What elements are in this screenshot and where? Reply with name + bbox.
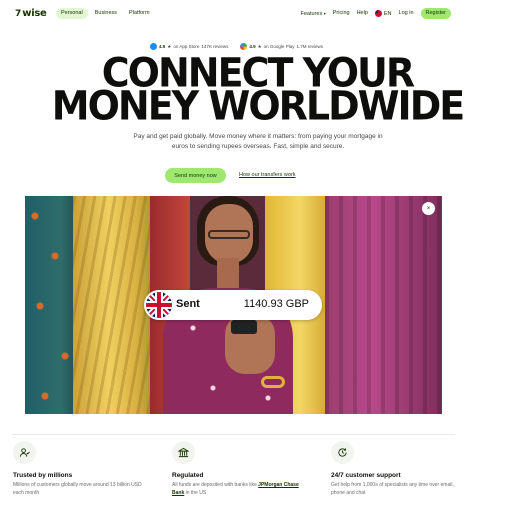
- feature-title: Regulated: [172, 472, 204, 479]
- phone: [231, 320, 257, 334]
- purple-fabric: [325, 196, 442, 414]
- close-icon: ×: [426, 205, 431, 212]
- gplay-count: 1.7M reviews: [296, 44, 323, 49]
- feature-desc: Get help from 1,000s of specialists any …: [331, 482, 454, 496]
- feature-desc: All funds are deposited with banks like …: [172, 482, 302, 497]
- nav-help[interactable]: Help: [357, 10, 368, 17]
- hero-image: × Sent 1140.93 GBP: [25, 196, 442, 414]
- pause-button[interactable]: ×: [422, 202, 435, 215]
- support-clock-icon: [331, 441, 354, 464]
- feature-desc-pre: All funds are deposited with banks like: [172, 482, 259, 488]
- nav-business[interactable]: Business: [90, 8, 122, 19]
- nav-features-label: Features: [300, 10, 323, 17]
- sent-transfer-card: Sent 1140.93 GBP: [144, 290, 322, 320]
- how-transfers-work-link[interactable]: How our transfers work: [239, 172, 296, 178]
- appstore-text: on App Store: [173, 44, 200, 49]
- bangles: [261, 376, 285, 388]
- headline-line-2: MONEY WORLDWIDE: [51, 82, 465, 130]
- feature-regulated: Regulated All funds are deposited with b…: [172, 441, 322, 496]
- audience-switcher: Personal Business Platform: [56, 8, 155, 19]
- language-selector[interactable]: EN: [374, 9, 392, 18]
- language-label: EN: [383, 10, 392, 17]
- star-icon: ★: [257, 43, 262, 49]
- bank-icon: [172, 441, 195, 464]
- feature-support: 24/7 customer support Get help from 1,00…: [331, 441, 481, 496]
- nav-login[interactable]: Log in: [399, 10, 414, 17]
- gplay-text: on Google Play: [263, 44, 295, 49]
- uk-flag-icon: [374, 9, 382, 17]
- send-money-now-button[interactable]: Send money now: [165, 168, 226, 183]
- nav-features[interactable]: Features ▾: [300, 10, 325, 18]
- appstore-count: 147K reviews: [201, 44, 229, 49]
- hero-subcopy: Pay and get paid globally. Move money wh…: [133, 133, 383, 150]
- nav-platform[interactable]: Platform: [124, 8, 154, 19]
- wise-logo[interactable]: 7 wise: [15, 8, 47, 20]
- logo-flag-mark: 7: [15, 8, 22, 19]
- star-icon: ★: [167, 43, 172, 49]
- gplay-score: 4.9: [249, 44, 256, 49]
- feature-trusted: Trusted by millions Millions of customer…: [13, 441, 163, 496]
- section-divider: [12, 434, 455, 435]
- top-navigation: 7 wise Personal Business Platform Featur…: [0, 0, 515, 28]
- glasses: [208, 230, 250, 239]
- chevron-down-icon: ▾: [323, 10, 326, 16]
- nav-pricing[interactable]: Pricing: [333, 10, 350, 17]
- logo-wordmark: wise: [22, 8, 47, 19]
- feature-title: Trusted by millions: [13, 472, 73, 479]
- people-icon: [13, 441, 36, 464]
- neck: [217, 258, 239, 292]
- feature-desc-post: in the US: [184, 489, 207, 496]
- nav-right-links: Features ▾ Pricing Help EN Log in Regist…: [300, 8, 451, 19]
- uk-flag-icon: [146, 292, 172, 318]
- register-button[interactable]: Register: [420, 8, 451, 19]
- sent-amount: 1140.93 GBP: [243, 298, 309, 310]
- nav-personal[interactable]: Personal: [56, 8, 88, 19]
- feature-title: 24/7 customer support: [331, 472, 401, 479]
- appstore-score: 4.9: [159, 44, 166, 49]
- feature-desc: Millions of customers globally move arou…: [13, 482, 142, 496]
- sent-label: Sent: [176, 298, 200, 310]
